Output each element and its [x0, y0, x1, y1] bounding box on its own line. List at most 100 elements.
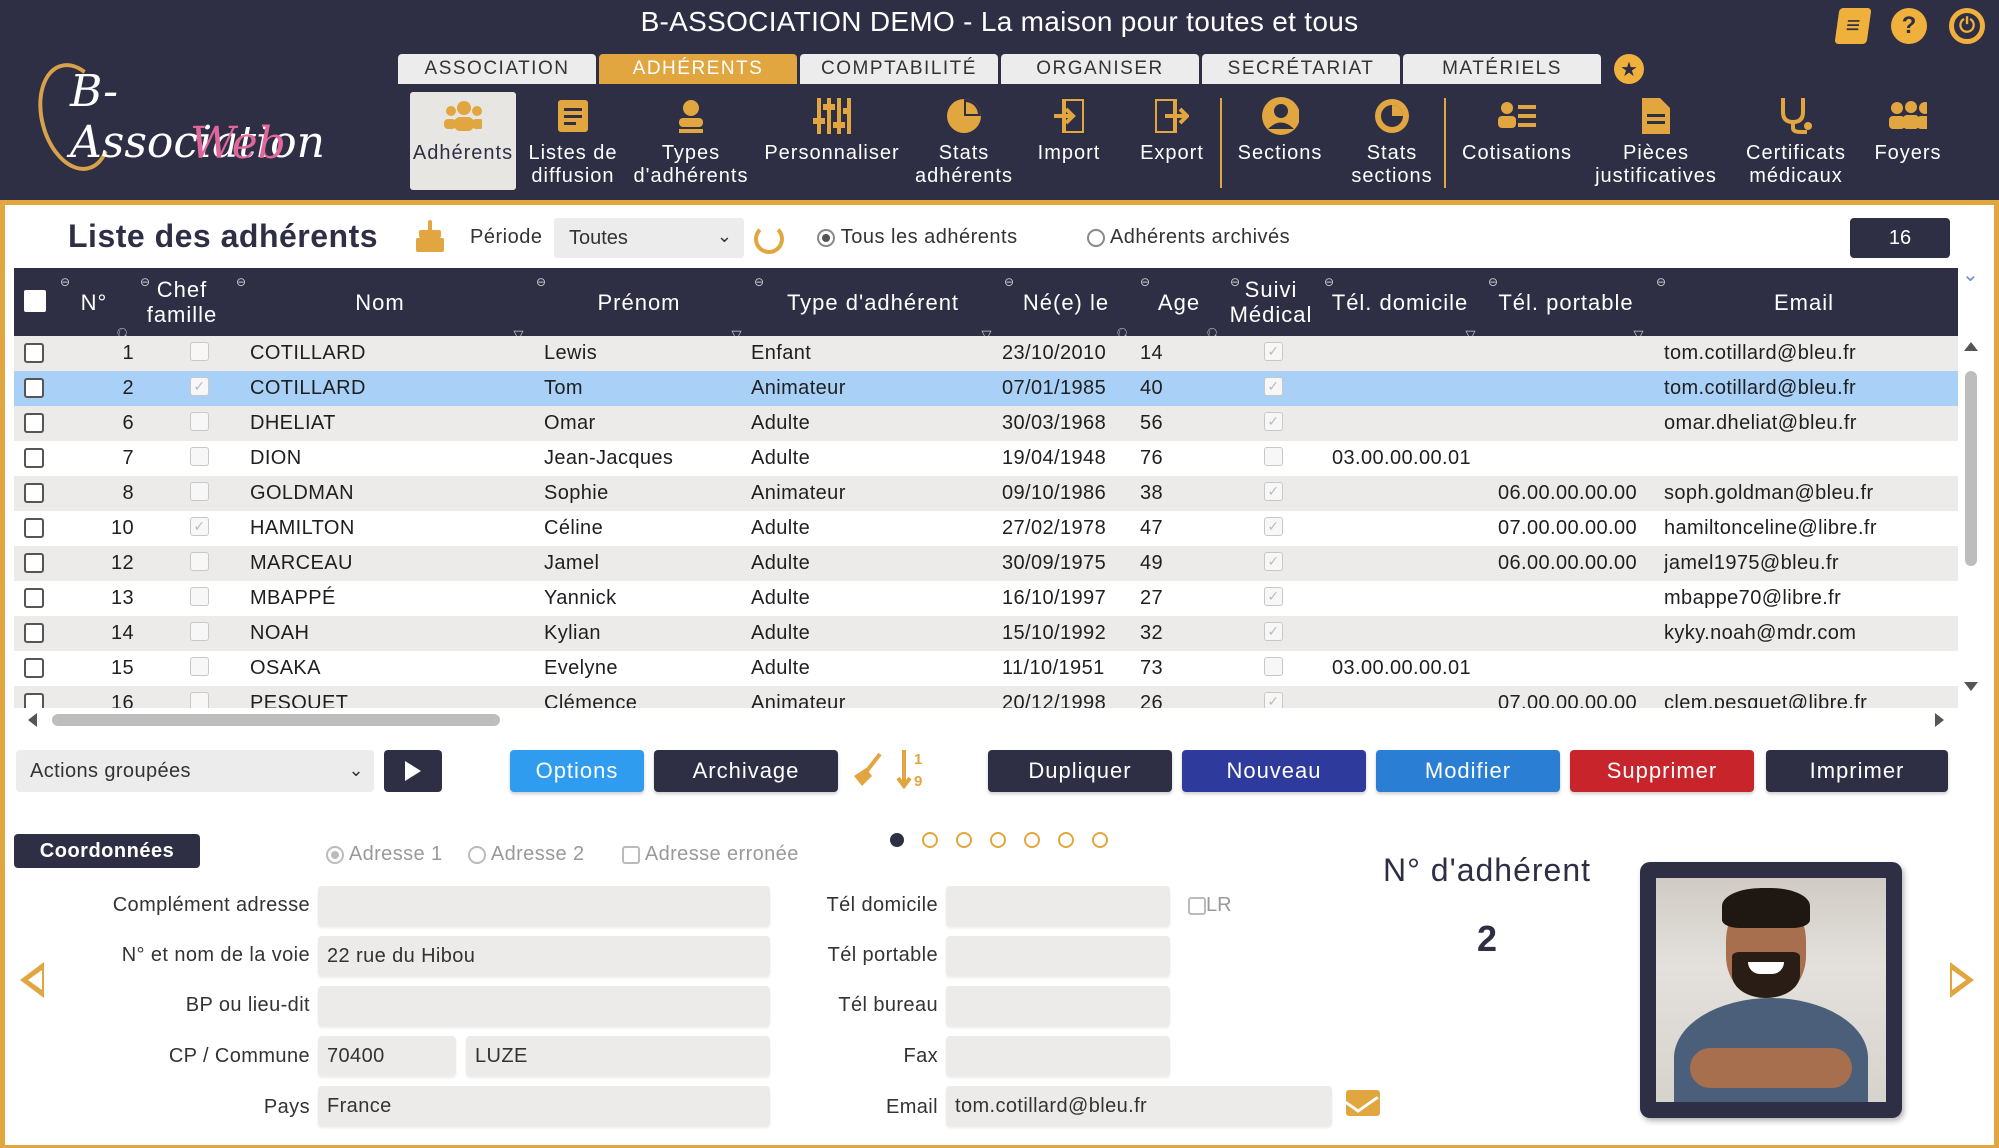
scroll-right-icon[interactable]: [1935, 713, 1944, 727]
tool-adherents[interactable]: Adhérents: [410, 92, 516, 190]
commune-field[interactable]: LUZE: [466, 1036, 770, 1076]
col-header-suivi-medical[interactable]: ⊖ Suivi Médical: [1224, 268, 1318, 336]
options-button[interactable]: Options: [510, 750, 644, 792]
run-action-button[interactable]: [384, 750, 442, 792]
tool-export[interactable]: Export: [1132, 92, 1212, 190]
row-checkbox[interactable]: [24, 658, 44, 678]
lr-checkbox[interactable]: LR: [1188, 894, 1232, 917]
radio-archived-members[interactable]: Adhérents archivés: [1087, 226, 1290, 249]
page-dot[interactable]: [1058, 832, 1074, 848]
archivage-button[interactable]: Archivage: [654, 750, 838, 792]
print-button[interactable]: Imprimer: [1766, 750, 1948, 792]
vertical-scrollbar[interactable]: [1960, 336, 1982, 696]
radio-adresse-1[interactable]: Adresse 1: [326, 843, 443, 866]
cp-field[interactable]: 70400: [318, 1036, 456, 1076]
page-dot[interactable]: [1024, 832, 1040, 848]
voie-field[interactable]: 22 rue du Hibou: [318, 936, 770, 976]
scroll-down-icon[interactable]: [1964, 682, 1978, 691]
tool-sections[interactable]: Sections: [1230, 92, 1330, 190]
row-checkbox[interactable]: [24, 588, 44, 608]
table-row[interactable]: 2 ✓ COTILLARD Tom Animateur 07/01/1985 40 ✓ tom.…: [14, 371, 1958, 406]
tool-import[interactable]: Import: [1032, 92, 1106, 190]
scroll-left-icon[interactable]: [28, 713, 37, 727]
radio-all-members[interactable]: Tous les adhérents: [817, 226, 1018, 249]
page-dot[interactable]: [990, 832, 1006, 848]
tab-association[interactable]: ASSOCIATION: [398, 54, 596, 84]
help-icon[interactable]: ?: [1891, 8, 1927, 44]
tab-materiels[interactable]: MATÉRIELS: [1403, 54, 1601, 84]
sort-numeric-icon[interactable]: 19: [896, 748, 930, 790]
table-row[interactable]: 1 COTILLARD Lewis Enfant 23/10/2010 14 ✓ tom.co…: [14, 336, 1958, 371]
tool-certificats-medicaux[interactable]: Certificats médicaux: [1734, 92, 1858, 190]
new-button[interactable]: Nouveau: [1182, 750, 1366, 792]
tab-comptabilite[interactable]: COMPTABILITÉ: [800, 54, 998, 84]
tel-portable-field[interactable]: [946, 936, 1170, 976]
next-arrow-icon[interactable]: [1950, 962, 1974, 998]
tool-cotisations[interactable]: Cotisations: [1454, 92, 1580, 190]
scrollbar-thumb[interactable]: [52, 714, 500, 726]
previous-arrow-icon[interactable]: [20, 962, 44, 998]
refresh-icon[interactable]: [754, 224, 784, 254]
tab-organiser[interactable]: ORGANISER: [1001, 54, 1199, 84]
radio-adresse-2[interactable]: Adresse 2: [468, 843, 585, 866]
row-checkbox[interactable]: [24, 448, 44, 468]
col-header-type[interactable]: ⊖ Type d'adhérent ▽: [748, 268, 998, 342]
grouped-actions-select[interactable]: Actions groupées ⌄: [16, 750, 374, 792]
tel-bureau-field[interactable]: [946, 986, 1170, 1026]
col-header-tel-domicile[interactable]: ⊖ Tél. domicile ▽: [1318, 268, 1482, 342]
row-checkbox[interactable]: [24, 693, 44, 708]
broom-icon[interactable]: [850, 752, 886, 788]
row-checkbox[interactable]: [24, 553, 44, 573]
book-icon[interactable]: ≡: [1834, 8, 1872, 44]
chevron-down-icon[interactable]: ⌄: [1962, 262, 1979, 287]
tool-foyers[interactable]: Foyers: [1866, 92, 1950, 190]
scrollbar-thumb[interactable]: [1965, 371, 1977, 566]
table-row[interactable]: 14 NOAH Kylian Adulte 15/10/1992 32 ✓ kyky.noah…: [14, 616, 1958, 651]
row-checkbox[interactable]: [24, 518, 44, 538]
row-checkbox[interactable]: [24, 378, 44, 398]
tel-domicile-field[interactable]: [946, 886, 1170, 926]
envelope-icon[interactable]: [1346, 1090, 1380, 1116]
page-dot[interactable]: [922, 832, 938, 848]
page-dot[interactable]: [956, 832, 972, 848]
table-row[interactable]: 12 MARCEAU Jamel Adulte 30/09/1975 49 ✓ 06.00.0…: [14, 546, 1958, 581]
member-photo-frame[interactable]: [1640, 862, 1902, 1118]
horizontal-scrollbar[interactable]: [26, 710, 1946, 730]
duplicate-button[interactable]: Dupliquer: [988, 750, 1172, 792]
select-all-checkbox[interactable]: [24, 290, 46, 312]
tab-adherents[interactable]: ADHÉRENTS: [599, 54, 797, 84]
birthday-cake-icon[interactable]: [414, 220, 446, 254]
favorites-star-icon[interactable]: ★: [1614, 54, 1644, 84]
table-row[interactable]: 10 ✓ HAMILTON Céline Adulte 27/02/1978 47 ✓ 07.0…: [14, 511, 1958, 546]
tool-stats-sections[interactable]: Stats sections: [1342, 92, 1442, 190]
table-row[interactable]: 6 DHELIAT Omar Adulte 30/03/1968 56 ✓ omar.dhel…: [14, 406, 1958, 441]
tool-stats-adherents[interactable]: Stats adhérents: [914, 92, 1014, 190]
periode-select[interactable]: Toutes ⌄: [554, 218, 744, 258]
col-header-email[interactable]: ⊖ Email: [1650, 268, 1958, 336]
page-dot[interactable]: [890, 833, 904, 847]
pays-field[interactable]: France: [318, 1086, 770, 1126]
tool-types-adherents[interactable]: Types d'adhérents: [632, 92, 750, 190]
fax-field[interactable]: [946, 1036, 1170, 1076]
col-header-nom[interactable]: ⊖ Nom ▽: [230, 268, 530, 342]
col-header-chef-famille[interactable]: ⊖ Chef famille: [134, 268, 230, 336]
tool-pieces-justificatives[interactable]: Pièces justificatives: [1586, 92, 1726, 190]
row-checkbox[interactable]: [24, 483, 44, 503]
table-row[interactable]: 7 DION Jean-Jacques Adulte 19/04/1948 76 03.00…: [14, 441, 1958, 476]
email-field[interactable]: tom.cotillard@bleu.fr: [946, 1086, 1332, 1126]
edit-button[interactable]: Modifier: [1376, 750, 1560, 792]
col-header-numero[interactable]: ⊖ N° 🔍︎: [54, 268, 134, 342]
table-row[interactable]: 16 PESQUET Clémence Animateur 20/12/1998 26 ✓ 0…: [14, 686, 1958, 708]
power-icon[interactable]: ⏻: [1949, 8, 1985, 44]
col-header-prenom[interactable]: ⊖ Prénom ▽: [530, 268, 748, 342]
tool-personnaliser[interactable]: Personnaliser: [762, 92, 902, 190]
page-dot[interactable]: [1092, 832, 1108, 848]
col-header-age[interactable]: ⊖ Age 🔍︎: [1134, 268, 1224, 342]
tab-secretariat[interactable]: SECRÉTARIAT: [1202, 54, 1400, 84]
complement-field[interactable]: [318, 886, 770, 926]
table-row[interactable]: 8 GOLDMAN Sophie Animateur 09/10/1986 38 ✓ 06.0…: [14, 476, 1958, 511]
table-row[interactable]: 13 MBAPPÉ Yannick Adulte 16/10/1997 27 ✓ mbappe…: [14, 581, 1958, 616]
row-checkbox[interactable]: [24, 413, 44, 433]
table-row[interactable]: 15 OSAKA Evelyne Adulte 11/10/1951 73 03.00.00…: [14, 651, 1958, 686]
checkbox-adresse-erronee[interactable]: Adresse erronée: [622, 843, 799, 866]
